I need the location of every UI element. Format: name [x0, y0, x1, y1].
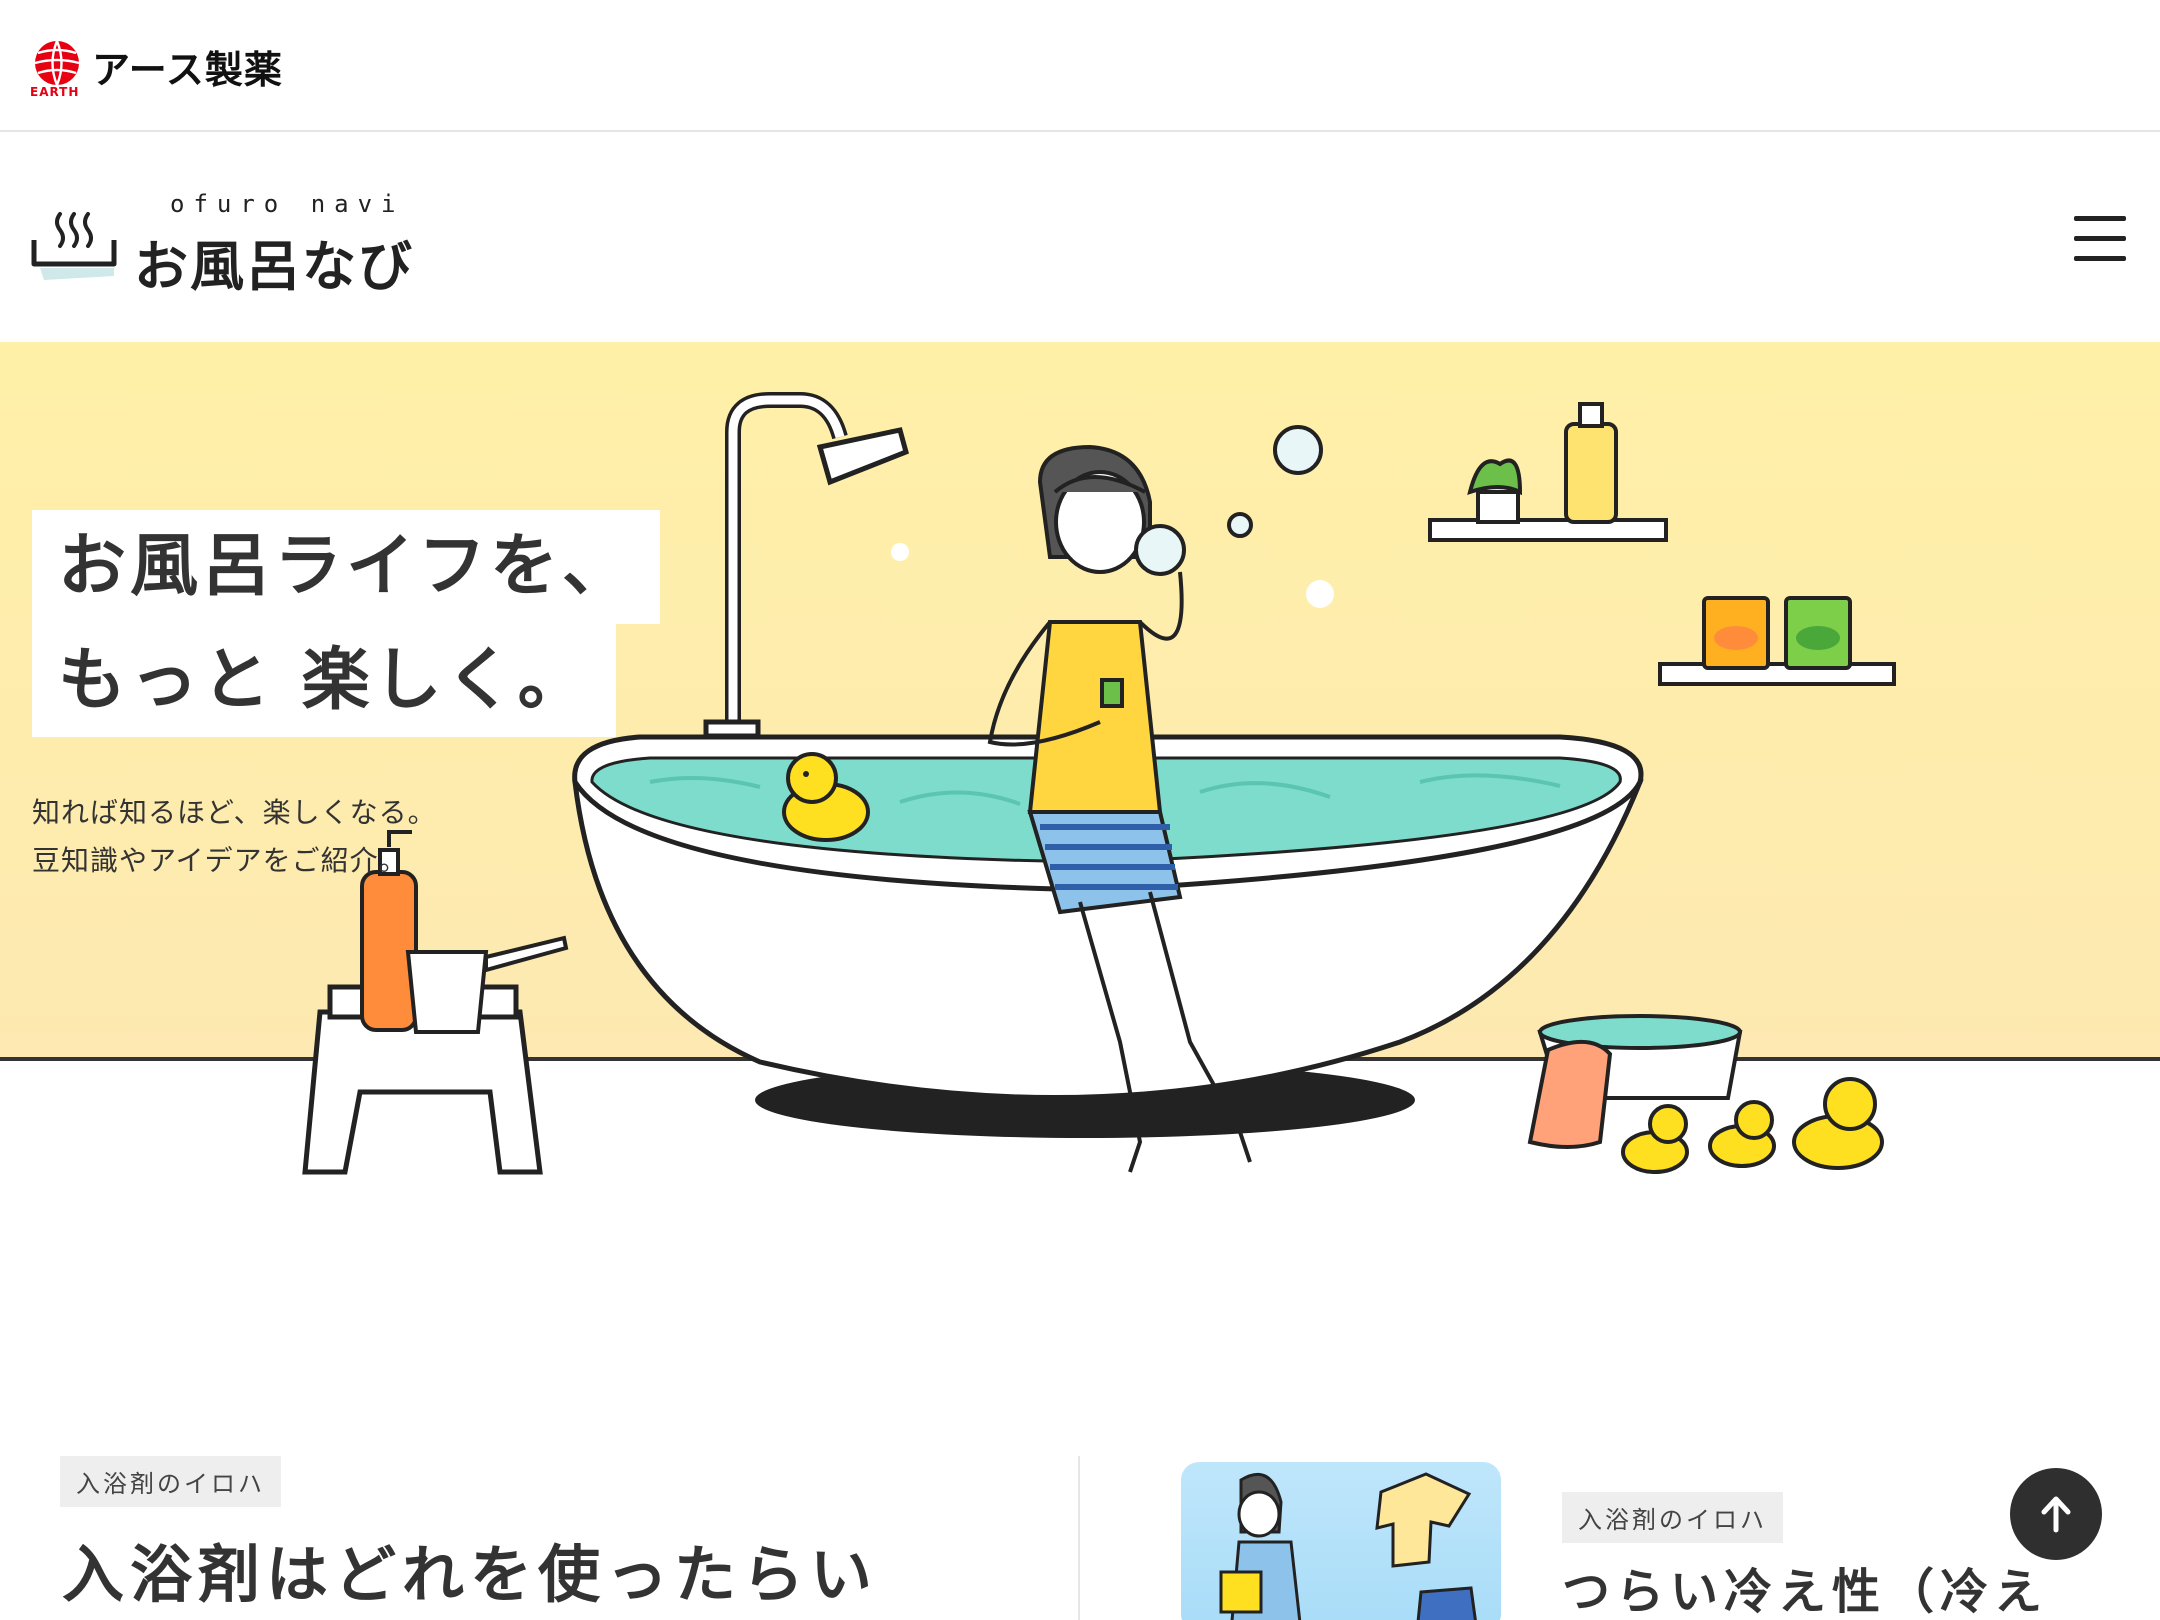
article-category-tag[interactable]: 入浴剤のイロハ	[60, 1456, 281, 1507]
hamburger-menu-button[interactable]	[2074, 210, 2130, 266]
article-card[interactable]: 入浴剤のイロハ 入浴剤はどれを使ったらい	[0, 1440, 1070, 1620]
site-logo-title: お風呂なび	[134, 235, 414, 298]
article-list: 入浴剤のイロハ 入浴剤はどれを使ったらい 入浴剤のイロハ つらい冷え性（冷え	[0, 1440, 2160, 1620]
site-header: ofuro navi お風呂なび	[0, 134, 2160, 342]
hero-subtitle-line-1: 知れば知るほど、楽しくなる。	[32, 796, 437, 830]
hero-title-line-1: お風呂ライフを、	[32, 510, 661, 624]
site-logo-link[interactable]: ofuro navi お風呂なび	[30, 186, 420, 298]
article-thumbnail[interactable]	[1181, 1462, 1501, 1620]
article-card[interactable]: 入浴剤のイロハ つらい冷え性（冷え	[1090, 1440, 2160, 1620]
site-logo-subtitle: ofuro navi	[170, 190, 405, 218]
earth-globe-icon: EARTH	[30, 39, 84, 99]
hero-subtitle: 知れば知るほど、楽しくなる。 豆知識やアイデアをご紹介。	[32, 789, 660, 884]
hero-section: お風呂ライフを、 もっと 楽しく。 知れば知るほど、楽しくなる。 豆知識やアイデ…	[0, 342, 2160, 1342]
earth-mark-text: EARTH	[30, 85, 80, 99]
shower-icon	[703, 392, 910, 739]
article-title[interactable]: 入浴剤はどれを使ったらい	[62, 1524, 878, 1614]
back-to-top-button[interactable]	[2010, 1468, 2102, 1560]
upper-shelf-icon	[1428, 402, 1668, 542]
hero-copy: お風呂ライフを、 もっと 楽しく。 知れば知るほど、楽しくなる。 豆知識やアイデ…	[32, 510, 661, 884]
article-thumbnail-illustration	[1219, 1472, 1477, 1620]
hero-title-line-2: もっと 楽しく。	[32, 623, 616, 738]
wash-basin-icon	[1527, 1014, 1743, 1149]
lower-shelf-icon	[1658, 596, 1896, 686]
article-divider	[1078, 1456, 1080, 1620]
arrow-up-icon	[2041, 1496, 2071, 1533]
corporate-header: EARTH アース製薬	[0, 0, 2160, 132]
hero-subtitle-line-2: 豆知識やアイデアをご紹介。	[32, 843, 408, 877]
earth-logo-link[interactable]: EARTH アース製薬	[30, 36, 283, 99]
article-category-tag[interactable]: 入浴剤のイロハ	[1562, 1492, 1783, 1543]
corporate-brand-name: アース製薬	[92, 47, 283, 92]
article-title[interactable]: つらい冷え性（冷え	[1562, 1552, 2048, 1620]
bath-steam-icon	[31, 212, 117, 280]
